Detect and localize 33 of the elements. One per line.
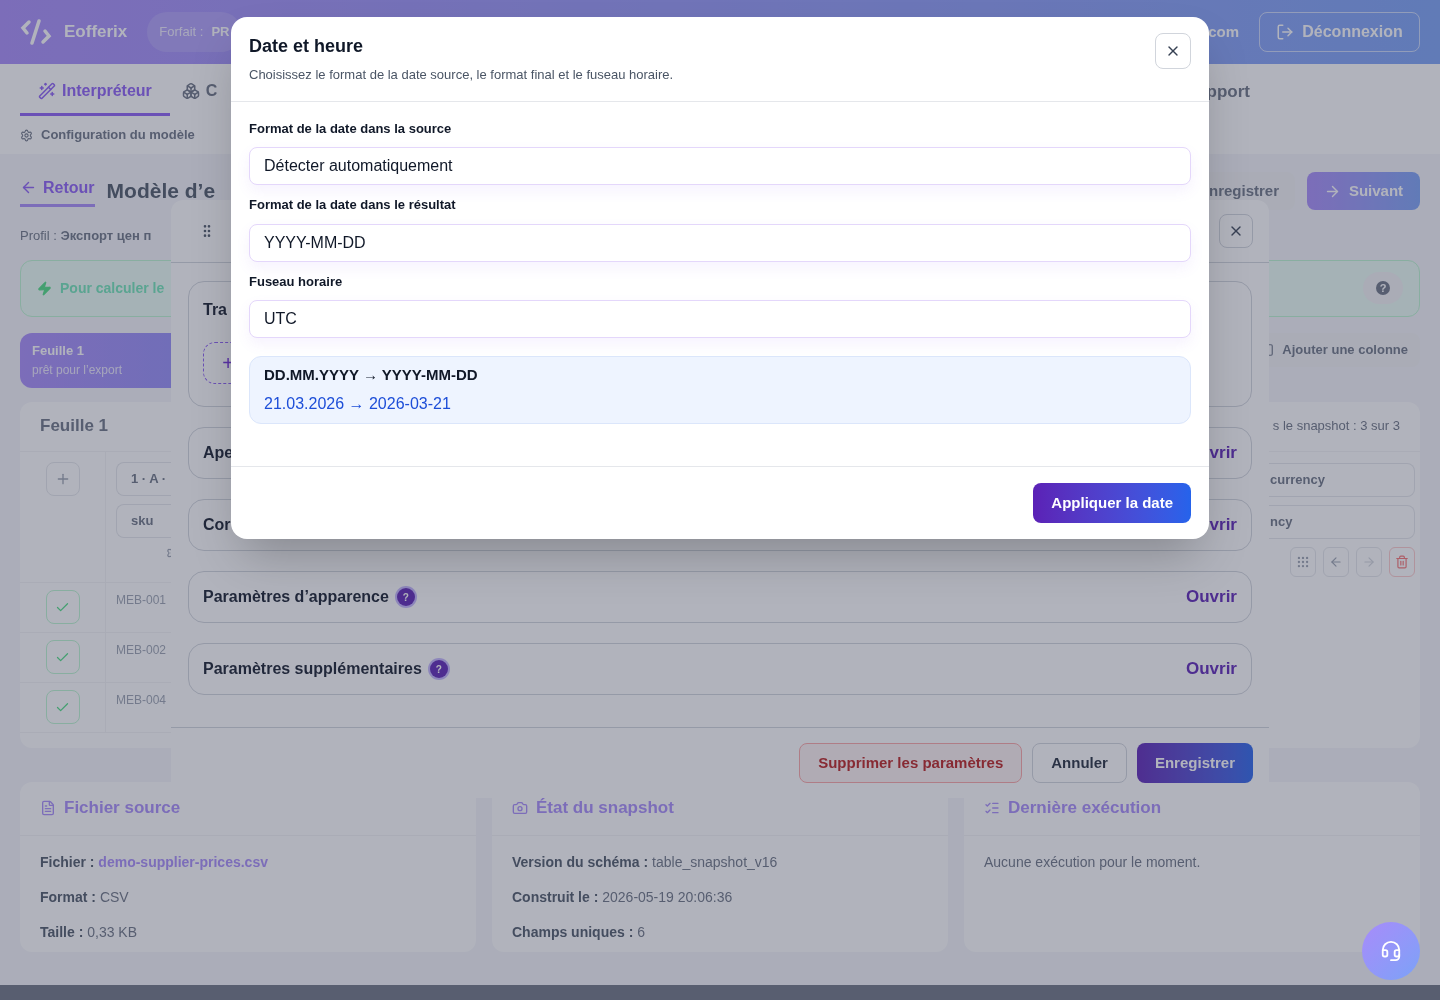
dialog-title: Date et heure	[249, 35, 365, 58]
empty-message: Aucune exécution pour le moment.	[984, 852, 1202, 872]
field-label: Format de la date dans le résultat	[249, 196, 457, 214]
card-field: Version du schéma : table_snapshot_v16	[512, 851, 928, 873]
section-title: Cor	[203, 515, 231, 535]
dialog-subtitle: Choisissez le format de la date source, le format final et le fuseau horaire.	[249, 66, 674, 84]
brand-name: Eofferix	[64, 21, 128, 44]
user-email: com	[1208, 21, 1239, 42]
table-cell-text: MEB-001	[115, 591, 167, 609]
table-title: Feuille 1	[40, 415, 109, 438]
table-cell-text: MEB-002	[115, 641, 167, 659]
field-label: Fuseau horaire	[249, 272, 344, 291]
field-label: Format de la date dans la source	[249, 119, 453, 138]
hint-text: Pour calculer le	[60, 278, 165, 298]
section-title: Paramètres supplémentaires	[203, 659, 422, 679]
page-title: Modèle d’e	[106, 178, 216, 205]
card-field: Construit le : 2026-05-19 20:06:36	[512, 886, 928, 908]
section-title: Tra	[203, 301, 227, 318]
section-title: Paramètres d’apparence	[203, 587, 389, 607]
card-field: Taille : 0,33 KB	[40, 921, 456, 943]
table-cell-text: MEB-004	[115, 691, 167, 709]
card-field: Format : CSV	[40, 886, 456, 908]
card-field: Champs uniques : 6	[512, 921, 928, 943]
card-title: Fichier source	[64, 797, 181, 820]
preview-example: 21.03.2026 → 2026-03-21	[264, 393, 452, 414]
breadcrumb: Configuration du modèle	[41, 126, 195, 145]
card-title: État du snapshot	[536, 797, 674, 820]
card-title: Dernière exécution	[1008, 797, 1162, 820]
snapshot-info: s le snapshot : 3 sur 3	[1272, 417, 1400, 436]
profile-text: Profil : Экспорт цен п	[20, 227, 152, 245]
sheet-name: Feuille 1	[32, 342, 85, 361]
section-title: Ape	[203, 443, 234, 463]
card-field: Fichier : demo-supplier-prices.csv	[40, 851, 456, 873]
